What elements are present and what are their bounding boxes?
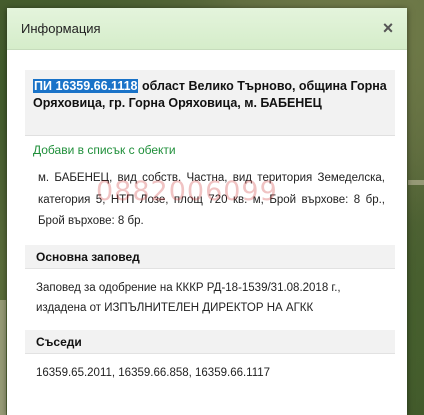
property-heading: ПИ 16359.66.1118 област Велико Търново, … (25, 70, 395, 136)
close-button[interactable]: × (379, 18, 397, 38)
property-title: ПИ 16359.66.1118 област Велико Търново, … (33, 78, 389, 111)
neighbors-section-header: Съседи (25, 330, 395, 354)
order-text: Заповед за одобрение на КККР РД-18-1539/… (36, 282, 341, 314)
order-heading: Основна заповед (36, 250, 140, 264)
property-description: м. БАБЕНЕЦ, вид собств. Частна, вид тери… (38, 172, 385, 227)
property-id[interactable]: ПИ 16359.66.1118 (33, 79, 139, 93)
dialog-header: Информация × (7, 8, 407, 50)
dialog-title: Информация (21, 21, 101, 36)
order-section-header: Основна заповед (25, 245, 395, 269)
neighbors-text: 16359.65.2011, 16359.66.858, 16359.66.11… (36, 367, 271, 379)
neighbors-heading: Съседи (36, 335, 82, 349)
map-road (408, 180, 424, 185)
add-to-list-link[interactable]: Добави в списък с обекти (33, 143, 176, 157)
map-road (0, 300, 6, 415)
